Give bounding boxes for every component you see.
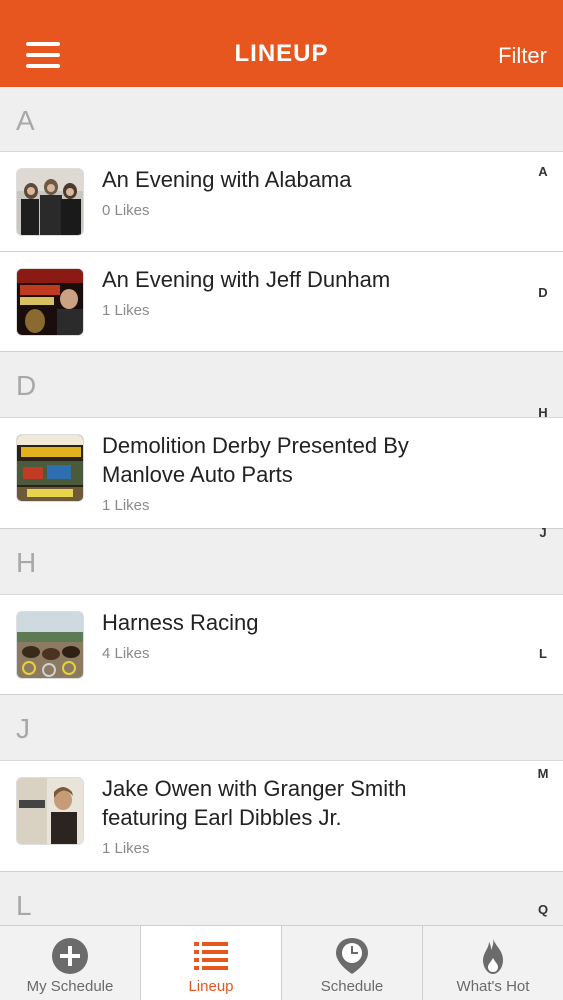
clock-pin-icon <box>332 936 372 976</box>
demolition-derby-thumbnail <box>16 434 84 502</box>
item-likes: 1 Likes <box>102 497 150 514</box>
lineup-item-jeff-dunham[interactable]: An Evening with Jeff Dunham 1 Likes <box>0 252 563 352</box>
tab-whats-hot[interactable]: What's Hot <box>423 926 563 1000</box>
bottom-tab-bar: My Schedule Lineup Schedule What's Hot <box>0 925 563 1000</box>
section-header-d: D <box>0 352 563 418</box>
section-letter: A <box>16 105 35 136</box>
tab-label: Lineup <box>188 978 234 995</box>
flame-icon <box>473 936 513 976</box>
tab-label: Schedule <box>320 978 384 995</box>
page-title: LINEUP <box>234 40 329 67</box>
lineup-item-jake-owen[interactable]: Jake Owen with Granger Smith featuring E… <box>0 761 563 872</box>
item-title: An Evening with Alabama <box>102 167 352 192</box>
index-letter-m[interactable]: M <box>523 766 563 781</box>
jeff-dunham-thumbnail <box>16 268 84 336</box>
index-letter-h[interactable]: H <box>523 405 563 420</box>
tab-label: My Schedule <box>26 978 114 995</box>
item-title: An Evening with Jeff Dunham <box>102 267 391 292</box>
filter-button[interactable]: Filter <box>498 43 547 69</box>
section-letter: H <box>16 547 37 578</box>
tab-schedule[interactable]: Schedule <box>282 926 423 1000</box>
tab-my-schedule[interactable]: My Schedule <box>0 926 141 1000</box>
item-likes: 1 Likes <box>102 302 150 319</box>
harness-racing-thumbnail <box>16 611 84 679</box>
index-letter-j[interactable]: J <box>523 525 563 540</box>
lineup-list[interactable]: A An Evening with Alabama 0 Likes An Eve… <box>0 87 563 925</box>
tab-label: What's Hot <box>456 978 530 995</box>
section-letter: D <box>16 370 37 401</box>
item-likes: 0 Likes <box>102 202 150 219</box>
plus-circle-icon <box>50 936 90 976</box>
index-letter-d[interactable]: D <box>523 285 563 300</box>
lineup-item-harness-racing[interactable]: Harness Racing 4 Likes <box>0 595 563 695</box>
item-likes: 1 Likes <box>102 840 150 857</box>
index-letter-a[interactable]: A <box>523 164 563 179</box>
index-letter-l[interactable]: L <box>523 646 563 661</box>
item-title-line-1: Demolition Derby Presented By <box>102 433 409 458</box>
item-title-line-1: Jake Owen with Granger Smith <box>102 776 407 801</box>
list-icon <box>191 936 231 976</box>
section-header-a: A <box>0 87 563 152</box>
section-header-h: H <box>0 529 563 595</box>
alphabet-index-bar[interactable]: A D H J L M Q <box>523 87 563 925</box>
lineup-item-alabama[interactable]: An Evening with Alabama 0 Likes <box>0 152 563 252</box>
section-letter: J <box>16 713 30 744</box>
section-header-j: J <box>0 695 563 761</box>
app-header: LINEUP Filter <box>0 0 563 87</box>
item-likes: 4 Likes <box>102 645 150 662</box>
jake-owen-thumbnail <box>16 777 84 845</box>
item-title-line-2: Manlove Auto Parts <box>102 462 293 487</box>
section-letter: L <box>16 890 32 921</box>
lineup-item-demolition-derby[interactable]: Demolition Derby Presented By Manlove Au… <box>0 418 563 529</box>
index-letter-q[interactable]: Q <box>523 902 563 917</box>
section-header-l: L <box>0 872 563 925</box>
tab-lineup[interactable]: Lineup <box>141 926 282 1000</box>
item-title-line-2: featuring Earl Dibbles Jr. <box>102 805 342 830</box>
item-title: Harness Racing <box>102 610 259 635</box>
alabama-thumbnail <box>16 168 84 236</box>
